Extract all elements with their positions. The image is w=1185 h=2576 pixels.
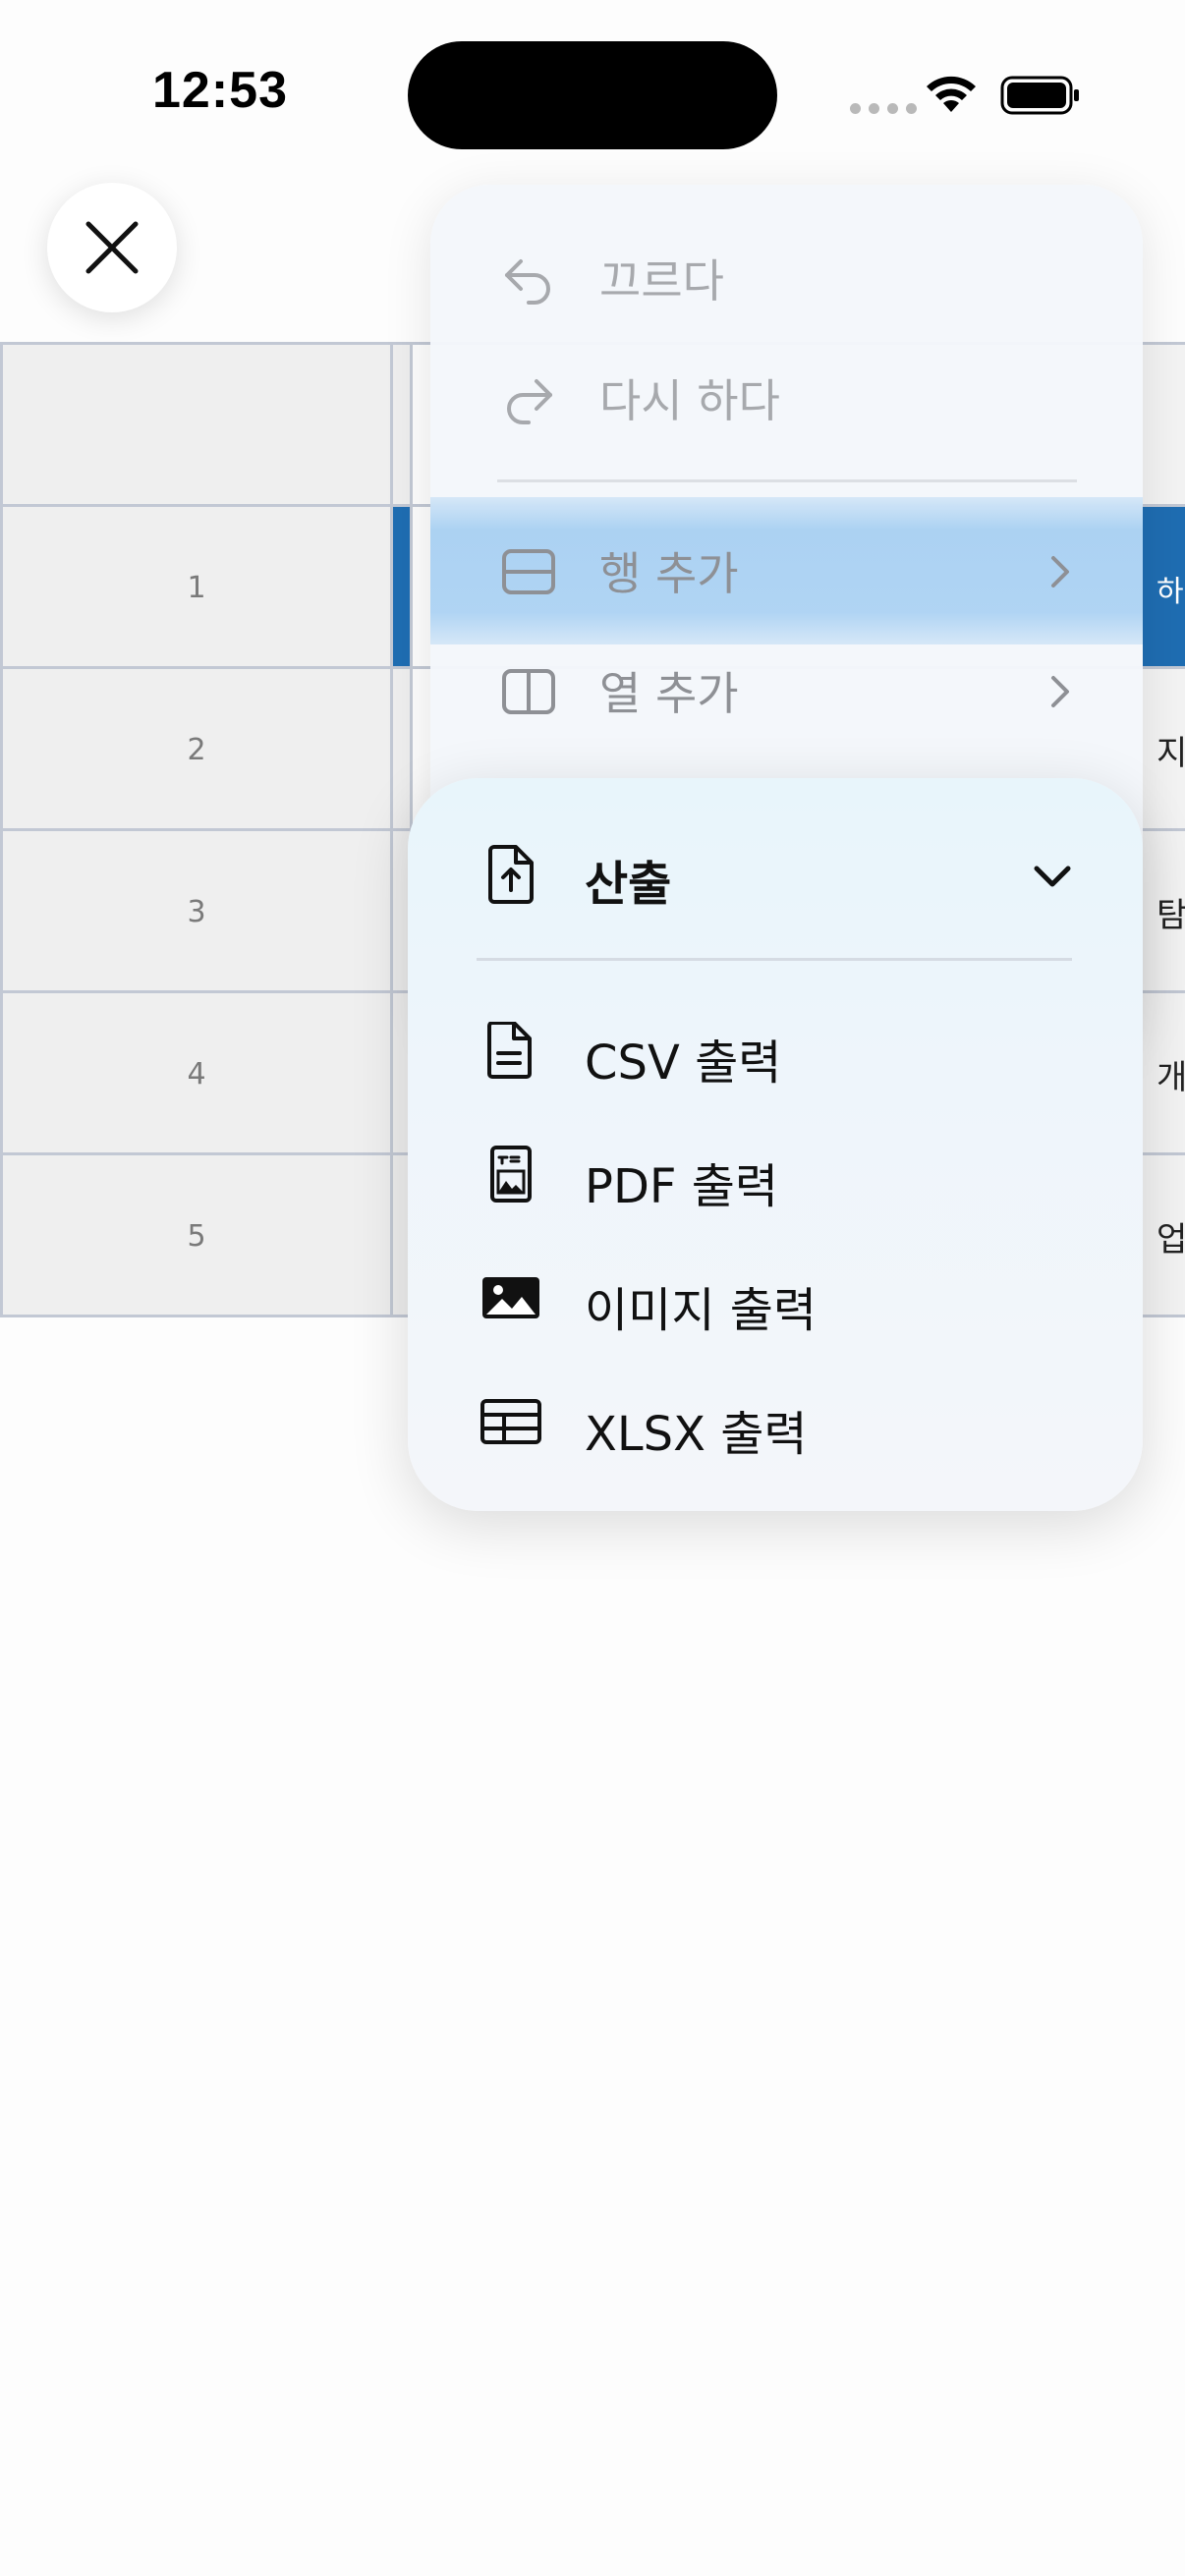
- export-pdf-item[interactable]: PDF 출력: [408, 1120, 1143, 1228]
- row-edge-text[interactable]: 업: [1143, 1155, 1185, 1317]
- battery-icon: [1000, 76, 1079, 115]
- redo-menu-item[interactable]: 다시 하다: [430, 338, 1143, 458]
- undo-menu-item[interactable]: 끄르다: [430, 218, 1143, 338]
- close-button[interactable]: [47, 183, 177, 312]
- row-number-cell[interactable]: 4: [0, 993, 393, 1155]
- add-row-label: 행 추가: [599, 547, 739, 600]
- status-time: 12:53: [152, 62, 288, 119]
- document-image-icon: [490, 1146, 532, 1203]
- row-number-cell[interactable]: 1: [0, 507, 393, 669]
- submenu-divider: [477, 958, 1072, 961]
- row-number-cell[interactable]: 5: [0, 1155, 393, 1317]
- wifi-icon: [927, 76, 976, 112]
- row-number-cell[interactable]: 2: [0, 669, 393, 831]
- data-cell[interactable]: [393, 669, 413, 831]
- row-edge-text[interactable]: 지: [1143, 669, 1185, 831]
- export-csv-item[interactable]: CSV 출력: [408, 996, 1143, 1104]
- chevron-right-icon: [1051, 676, 1069, 707]
- export-image-label: 이미지 출력: [585, 1283, 818, 1338]
- cellular-signal-icon: [850, 103, 917, 114]
- chevron-down-icon: [1034, 866, 1071, 887]
- corner-cell[interactable]: [0, 345, 393, 507]
- redo-label: 다시 하다: [599, 374, 780, 427]
- export-csv-label: CSV 출력: [585, 1036, 782, 1091]
- table-icon: [480, 1399, 541, 1444]
- add-row-menu-item[interactable]: 행 추가: [430, 511, 1143, 631]
- column-header-cell[interactable]: [393, 345, 413, 507]
- export-submenu: 산출 CSV 출력 PDF 출력 이미지 출력 XLSX 출력: [408, 778, 1143, 1511]
- export-xlsx-label: XLSX 출력: [585, 1407, 808, 1462]
- row-edge-text[interactable]: 탐: [1143, 831, 1185, 993]
- close-icon: [85, 221, 139, 274]
- screen: 12:53 1 하 2 지 3 탐 4 개 5 업 끄르다 다시 하다 행 추가…: [0, 0, 1185, 2576]
- selected-cell[interactable]: [393, 507, 413, 669]
- row-number-cell[interactable]: 3: [0, 831, 393, 993]
- undo-icon: [505, 259, 550, 305]
- undo-label: 끄르다: [599, 254, 724, 308]
- column-header-edge: [1143, 345, 1185, 507]
- row-edge-text[interactable]: 하: [1143, 507, 1185, 669]
- document-text-icon: [487, 1022, 532, 1079]
- document-upload-icon: [488, 845, 534, 904]
- row-edge-text[interactable]: 개: [1143, 993, 1185, 1155]
- export-xlsx-item[interactable]: XLSX 출력: [408, 1368, 1143, 1476]
- add-column-menu-item[interactable]: 열 추가: [430, 631, 1143, 751]
- export-title: 산출: [585, 857, 672, 912]
- add-column-icon: [502, 669, 555, 714]
- dynamic-island: [408, 41, 777, 149]
- export-image-item[interactable]: 이미지 출력: [408, 1244, 1143, 1352]
- chevron-right-icon: [1051, 556, 1069, 588]
- export-pdf-label: PDF 출력: [585, 1159, 779, 1214]
- export-submenu-header[interactable]: 산출: [408, 817, 1143, 925]
- add-row-icon: [502, 549, 555, 594]
- image-icon: [482, 1277, 539, 1318]
- redo-icon: [507, 379, 552, 424]
- menu-divider: [497, 479, 1077, 482]
- add-column-label: 열 추가: [599, 667, 739, 720]
